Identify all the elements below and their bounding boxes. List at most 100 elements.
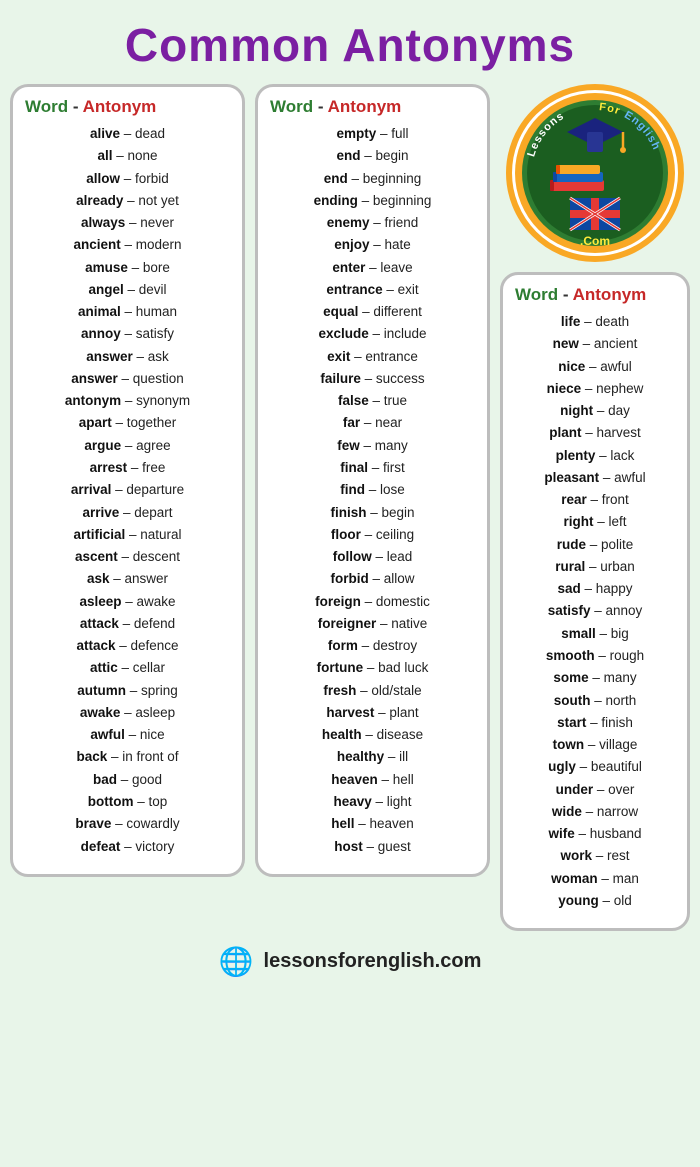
list-item: rear – front <box>511 489 679 511</box>
list-item: attic – cellar <box>21 657 234 679</box>
col1-antonym-label: Antonym <box>83 97 157 116</box>
list-item: niece – nephew <box>511 378 679 400</box>
col1-header: Word - Antonym <box>21 97 234 117</box>
list-item: antonym – synonym <box>21 390 234 412</box>
list-item: failure – success <box>266 368 479 390</box>
list-item: floor – ceiling <box>266 524 479 546</box>
list-item: exclude – include <box>266 323 479 345</box>
list-item: amuse – bore <box>21 257 234 279</box>
list-item: town – village <box>511 734 679 756</box>
col2-list: empty – fullend – beginend – beginningen… <box>266 123 479 858</box>
list-item: under – over <box>511 779 679 801</box>
column-2: Word - Antonym empty – fullend – beginen… <box>255 84 490 877</box>
col2-header: Word - Antonym <box>266 97 479 117</box>
footer: 🌐 lessonsforenglish.com <box>0 931 700 982</box>
list-item: enter – leave <box>266 257 479 279</box>
list-item: allow – forbid <box>21 168 234 190</box>
list-item: some – many <box>511 667 679 689</box>
list-item: entrance – exit <box>266 279 479 301</box>
list-item: end – begin <box>266 145 479 167</box>
list-item: back – in front of <box>21 746 234 768</box>
list-item: woman – man <box>511 868 679 890</box>
list-item: ending – beginning <box>266 190 479 212</box>
list-item: life – death <box>511 311 679 333</box>
list-item: rude – polite <box>511 534 679 556</box>
list-item: always – never <box>21 212 234 234</box>
list-item: brave – cowardly <box>21 813 234 835</box>
list-item: ancient – modern <box>21 234 234 256</box>
list-item: equal – different <box>266 301 479 323</box>
list-item: heavy – light <box>266 791 479 813</box>
col1-list: alive – deadall – noneallow – forbidalre… <box>21 123 234 858</box>
col2-dash: - <box>313 97 327 116</box>
list-item: angel – devil <box>21 279 234 301</box>
list-item: awful – nice <box>21 724 234 746</box>
list-item: arrival – departure <box>21 479 234 501</box>
header: Common Antonyms <box>0 0 700 84</box>
list-item: awake – asleep <box>21 702 234 724</box>
list-item: right – left <box>511 511 679 533</box>
list-item: night – day <box>511 400 679 422</box>
list-item: wide – narrow <box>511 801 679 823</box>
footer-url-text: lessonsforenglish.com <box>264 950 482 972</box>
list-item: start – finish <box>511 712 679 734</box>
list-item: form – destroy <box>266 635 479 657</box>
list-item: artificial – natural <box>21 524 234 546</box>
list-item: asleep – awake <box>21 591 234 613</box>
list-item: pleasant – awful <box>511 467 679 489</box>
list-item: ask – answer <box>21 568 234 590</box>
list-item: young – old <box>511 890 679 912</box>
main-content: Word - Antonym alive – deadall – noneall… <box>0 84 700 931</box>
list-item: small – big <box>511 623 679 645</box>
list-item: answer – question <box>21 368 234 390</box>
col3-antonym-label: Antonym <box>573 285 647 304</box>
col1-dash: - <box>68 97 82 116</box>
list-item: foreign – domestic <box>266 591 479 613</box>
list-item: all – none <box>21 145 234 167</box>
page-wrapper: Common Antonyms Word - Antonym alive – d… <box>0 0 700 1167</box>
list-item: forbid – allow <box>266 568 479 590</box>
column-1: Word - Antonym alive – deadall – noneall… <box>10 84 245 877</box>
list-item: new – ancient <box>511 333 679 355</box>
list-item: answer – ask <box>21 346 234 368</box>
list-item: heaven – hell <box>266 769 479 791</box>
col3-list: life – deathnew – ancientnice – awfulnie… <box>511 311 679 912</box>
page-title: Common Antonyms <box>10 18 690 72</box>
list-item: find – lose <box>266 479 479 501</box>
list-item: wife – husband <box>511 823 679 845</box>
list-item: already – not yet <box>21 190 234 212</box>
logo-circle: Lessons For English <box>506 84 684 262</box>
list-item: arrest – free <box>21 457 234 479</box>
list-item: enjoy – hate <box>266 234 479 256</box>
list-item: alive – dead <box>21 123 234 145</box>
list-item: animal – human <box>21 301 234 323</box>
list-item: sad – happy <box>511 578 679 600</box>
list-item: false – true <box>266 390 479 412</box>
list-item: attack – defend <box>21 613 234 635</box>
list-item: attack – defence <box>21 635 234 657</box>
list-item: autumn – spring <box>21 680 234 702</box>
list-item: follow – lead <box>266 546 479 568</box>
list-item: nice – awful <box>511 356 679 378</box>
list-item: apart – together <box>21 412 234 434</box>
list-item: exit – entrance <box>266 346 479 368</box>
list-item: finish – begin <box>266 502 479 524</box>
globe-icon: 🌐 <box>219 945 254 978</box>
list-item: hell – heaven <box>266 813 479 835</box>
list-item: satisfy – annoy <box>511 600 679 622</box>
list-item: healthy – ill <box>266 746 479 768</box>
col3-word-label: Word <box>515 285 558 304</box>
list-item: defeat – victory <box>21 836 234 858</box>
list-item: end – beginning <box>266 168 479 190</box>
right-panel: Lessons For English <box>500 84 690 931</box>
footer-url: lessonsforenglish.com <box>264 950 482 973</box>
list-item: few – many <box>266 435 479 457</box>
svg-text:.Com: .Com <box>580 234 610 248</box>
list-item: argue – agree <box>21 435 234 457</box>
list-item: work – rest <box>511 845 679 867</box>
list-item: fortune – bad luck <box>266 657 479 679</box>
list-item: harvest – plant <box>266 702 479 724</box>
list-item: health – disease <box>266 724 479 746</box>
list-item: foreigner – native <box>266 613 479 635</box>
list-item: ascent – descent <box>21 546 234 568</box>
